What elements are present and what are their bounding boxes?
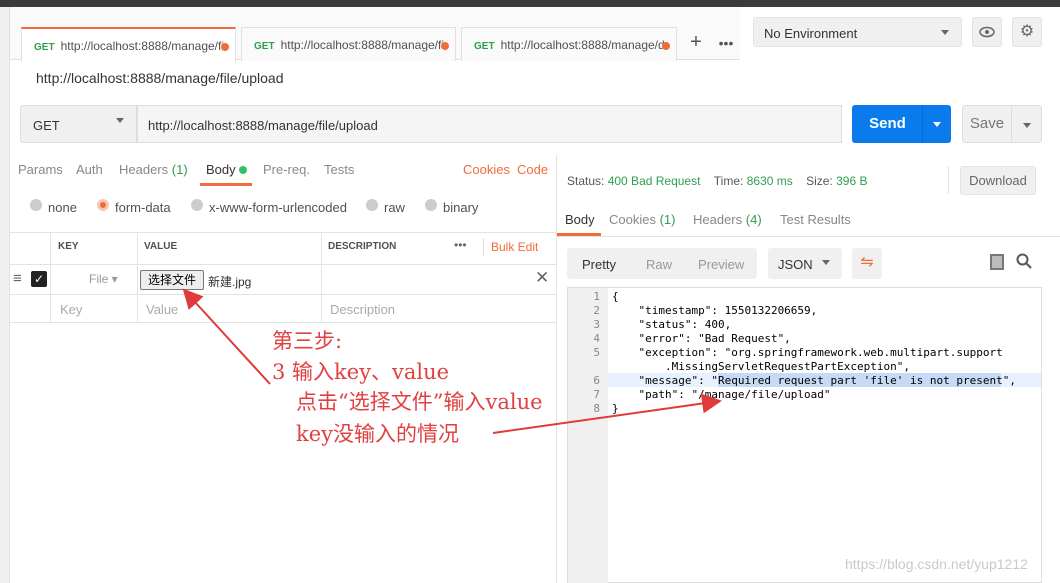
arrow-to-message — [492, 393, 722, 434]
watermark: https://blog.csdn.net/yup1212 — [845, 556, 1028, 572]
annotation-arrows — [182, 288, 722, 434]
arrow-to-file-button — [182, 288, 271, 385]
